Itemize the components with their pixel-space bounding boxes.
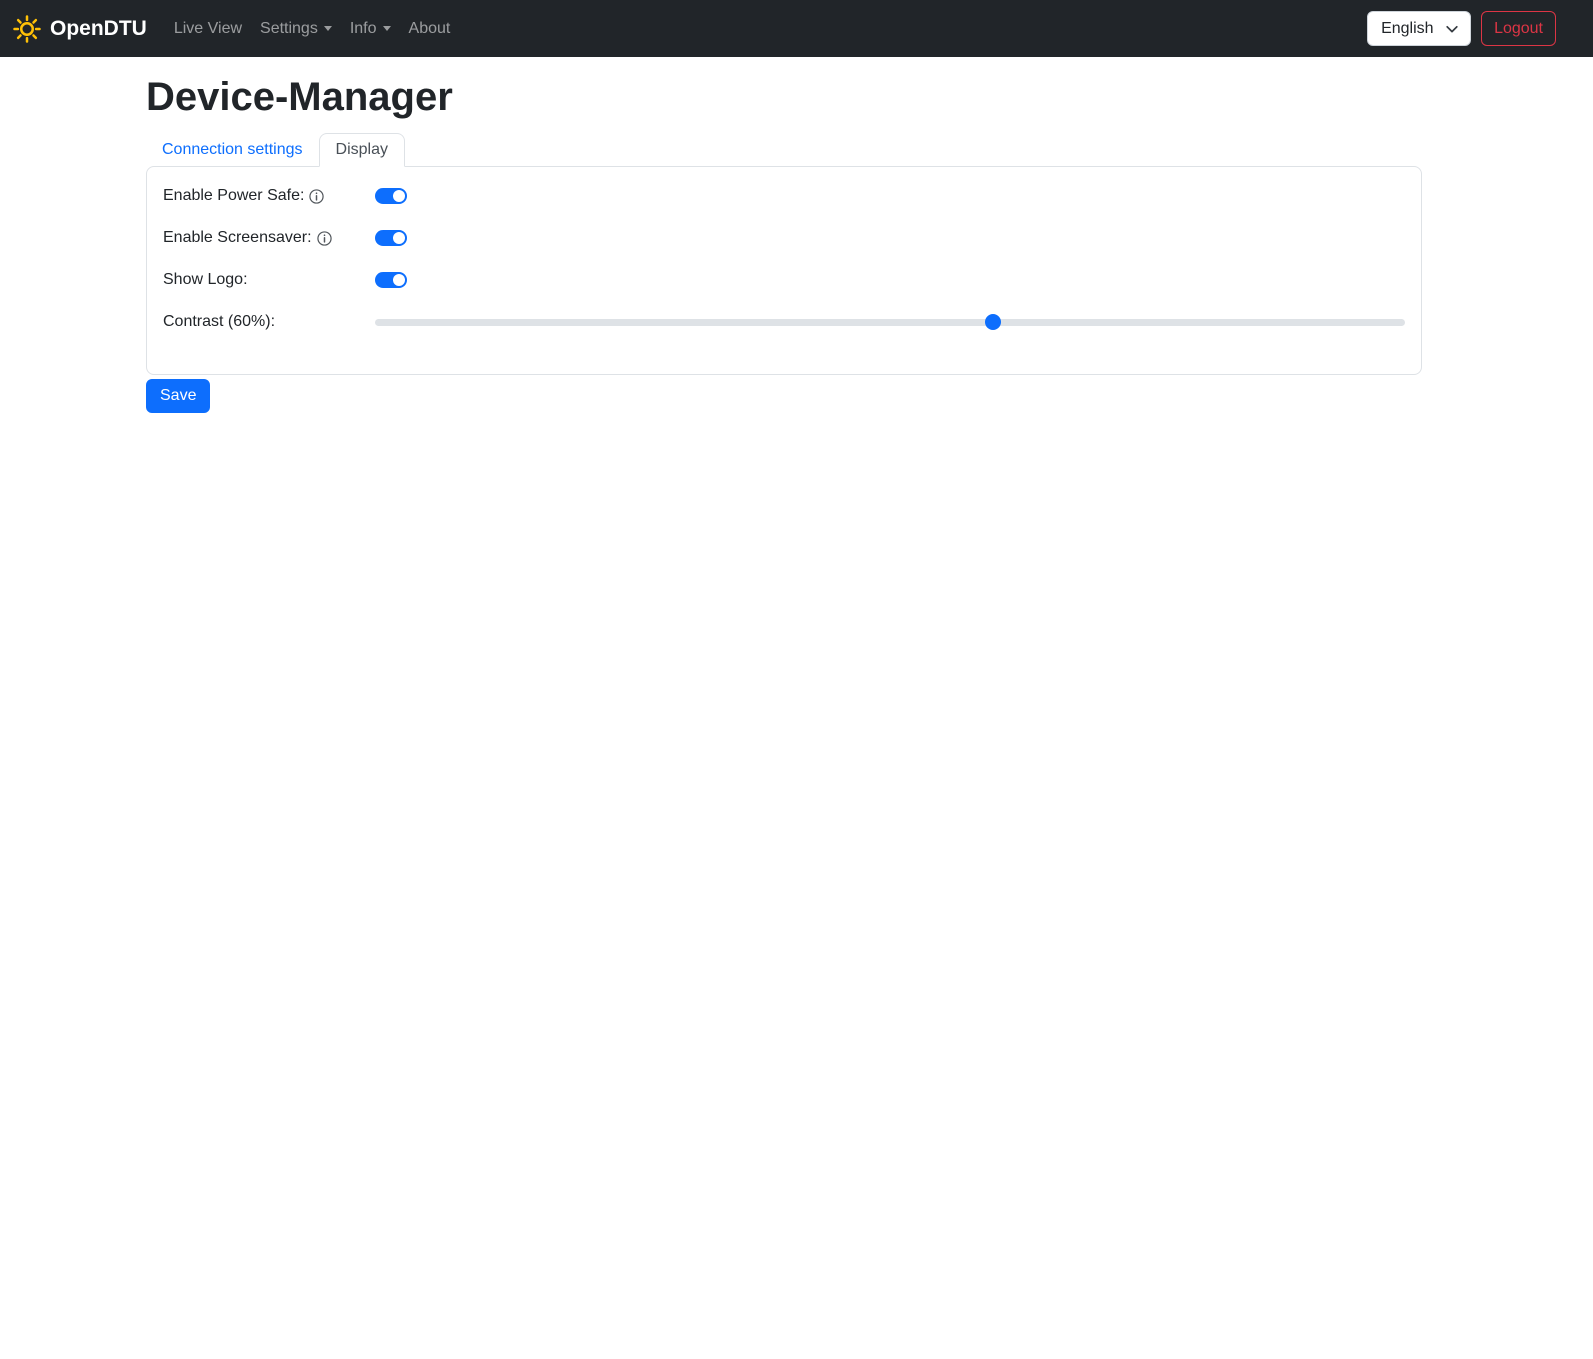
nav-item-about[interactable]: About [400, 12, 460, 46]
field-control [375, 188, 1405, 204]
form-row-show-logo: Show Logo: [163, 268, 1405, 292]
nav-item-label: Info [349, 19, 377, 37]
info-icon[interactable] [309, 189, 325, 204]
nav-item-label: About [408, 19, 451, 37]
nav-item-info[interactable]: Info [341, 12, 400, 46]
field-label-wrap: Show Logo: [163, 271, 375, 289]
field-label: Enable Power Safe: [163, 187, 305, 204]
info-icon[interactable] [316, 231, 332, 246]
field-label: Contrast (60%): [163, 313, 276, 330]
caret-down-icon [382, 26, 391, 31]
caret-down-icon [323, 26, 332, 31]
page-title: Device-Manager [146, 75, 453, 119]
contrast-slider-track[interactable] [375, 319, 1405, 326]
form-row-screensaver: Enable Screensaver: [163, 226, 1405, 250]
field-label-wrap: Enable Power Safe: [163, 187, 375, 205]
navbar-right: English Logout [1367, 11, 1556, 46]
nav-item-live-view[interactable]: Live View [165, 12, 251, 46]
nav-item-label: Settings [260, 19, 318, 37]
sun-icon [12, 14, 42, 44]
nav-item-settings[interactable]: Settings [251, 12, 341, 46]
field-control [375, 314, 1405, 330]
chevron-down-icon [1445, 22, 1459, 41]
language-select[interactable]: English [1367, 11, 1472, 46]
field-label-wrap: Enable Screensaver: [163, 229, 375, 247]
contrast-slider-thumb[interactable] [985, 314, 1001, 330]
nav-item-label: Live View [173, 19, 243, 37]
tab-bar: Connection settings Display [146, 133, 1422, 167]
enable-screensaver-switch[interactable] [375, 230, 407, 246]
contrast-slider[interactable] [375, 314, 1405, 330]
save-button[interactable]: Save [146, 379, 211, 413]
language-selected-value: English [1381, 19, 1434, 37]
tab-connection-settings[interactable]: Connection settings [146, 134, 319, 166]
show-logo-switch[interactable] [375, 272, 407, 288]
display-settings-card: Enable Power Safe: Enable Screensaver: S… [146, 166, 1422, 375]
main-content: Device-Manager Connection settings Displ… [146, 75, 1422, 413]
field-label: Show Logo: [163, 271, 248, 288]
navbar: OpenDTU Live View Settings Info About En… [0, 0, 1593, 57]
tab-display[interactable]: Display [318, 133, 405, 167]
enable-power-safe-switch[interactable] [375, 188, 407, 204]
form-row-contrast: Contrast (60%): [163, 310, 1405, 334]
field-label-wrap: Contrast (60%): [163, 313, 375, 331]
brand-link[interactable]: OpenDTU [12, 14, 147, 44]
brand-label: OpenDTU [50, 16, 147, 40]
field-control [375, 230, 1405, 246]
logout-button[interactable]: Logout [1481, 11, 1556, 46]
nav-links: Live View Settings Info About [165, 12, 460, 46]
form-row-power-safe: Enable Power Safe: [163, 184, 1405, 208]
field-label: Enable Screensaver: [163, 229, 312, 246]
field-control [375, 272, 1405, 288]
